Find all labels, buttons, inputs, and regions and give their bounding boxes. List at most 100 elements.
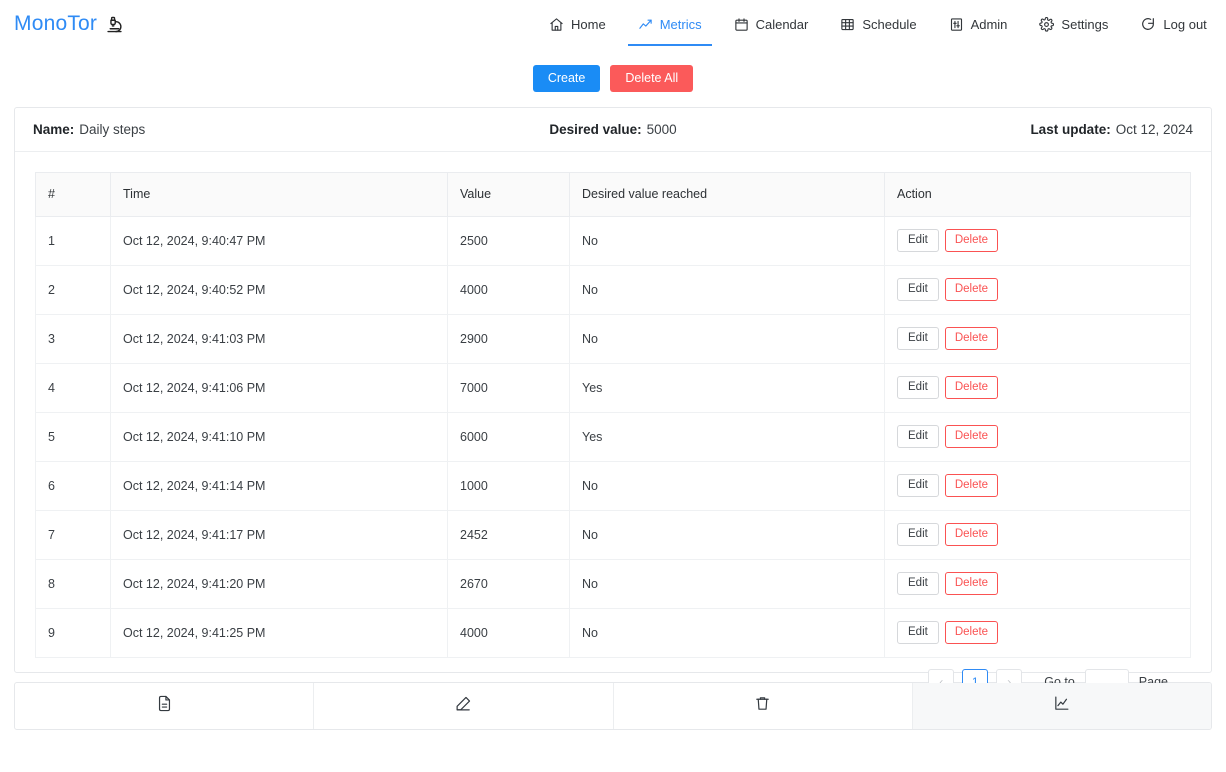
- desired-value-value: 5000: [646, 121, 677, 137]
- row-action-buttons: Edit Delete: [897, 571, 1178, 596]
- nav-label-schedule: Schedule: [862, 16, 917, 32]
- cell-time: Oct 12, 2024, 9:41:06 PM: [110, 362, 448, 413]
- table-row: 9 Oct 12, 2024, 9:41:25 PM 4000 No Edit Delet…: [35, 607, 1191, 658]
- edit-button[interactable]: Edit: [897, 277, 939, 302]
- table-row: 7 Oct 12, 2024, 9:41:17 PM 2452 No Edit Delet…: [35, 509, 1191, 560]
- footer-chart-button[interactable]: [912, 682, 1211, 729]
- row-action-buttons: Edit Delete: [897, 620, 1178, 645]
- nav-item-metrics[interactable]: Metrics: [622, 2, 718, 46]
- cell-reached: No: [569, 558, 885, 609]
- edit-button[interactable]: Edit: [897, 228, 939, 253]
- edit-button[interactable]: Edit: [897, 571, 939, 596]
- footer-delete-button[interactable]: [614, 682, 913, 729]
- delete-button[interactable]: Delete: [944, 375, 999, 400]
- delete-button[interactable]: Delete: [944, 620, 999, 645]
- delete-button[interactable]: Delete: [944, 522, 999, 547]
- pencil-icon: [455, 695, 472, 717]
- cell-value: 4000: [447, 264, 570, 315]
- nav-label-admin: Admin: [970, 16, 1008, 32]
- nav-item-admin[interactable]: Admin: [933, 2, 1024, 46]
- edit-button[interactable]: Edit: [897, 326, 939, 351]
- cell-number: 8: [35, 558, 111, 609]
- table-row: 2 Oct 12, 2024, 9:40:52 PM 4000 No Edit Delet…: [35, 264, 1191, 315]
- cell-action: Edit Delete: [884, 460, 1191, 511]
- microscope-icon: [106, 16, 123, 33]
- row-action-buttons: Edit Delete: [897, 473, 1178, 498]
- cell-number: 4: [35, 362, 111, 413]
- footer-toolbar: [14, 681, 1212, 730]
- brand-logo[interactable]: MonoTor: [14, 12, 123, 36]
- cell-action: Edit Delete: [884, 411, 1191, 462]
- nav-label-home: Home: [571, 16, 606, 32]
- cell-number: 5: [35, 411, 111, 462]
- brand-name: MonoTor: [14, 12, 98, 35]
- nav-label-calendar: Calendar: [755, 16, 809, 32]
- nav-item-settings[interactable]: Settings: [1023, 2, 1124, 46]
- cell-number: 1: [35, 215, 111, 266]
- cell-value: 2500: [447, 215, 570, 266]
- nav-item-schedule[interactable]: Schedule: [824, 2, 932, 46]
- nav-label-metrics: Metrics: [659, 16, 702, 32]
- nav-item-logout[interactable]: Log out: [1124, 2, 1222, 46]
- nav-item-calendar[interactable]: Calendar: [718, 2, 825, 46]
- edit-button[interactable]: Edit: [897, 522, 939, 547]
- row-action-buttons: Edit Delete: [897, 326, 1178, 351]
- metric-desired: Desired value: 5000: [420, 122, 807, 137]
- cell-time: Oct 12, 2024, 9:41:03 PM: [110, 313, 448, 364]
- row-action-buttons: Edit Delete: [897, 522, 1178, 547]
- desired-value-label: Desired value:: [549, 121, 642, 137]
- metric-name-value: Daily steps: [79, 121, 146, 137]
- table-row: 8 Oct 12, 2024, 9:41:20 PM 2670 No Edit Delet…: [35, 558, 1191, 609]
- cell-number: 2: [35, 264, 111, 315]
- delete-all-button[interactable]: Delete All: [610, 65, 694, 92]
- create-button[interactable]: Create: [532, 65, 601, 92]
- top-navbar: MonoTor Home Metrics Calendar Schedule A…: [0, 0, 1226, 48]
- nav-label-settings: Settings: [1061, 16, 1109, 32]
- chart-line-icon: [638, 17, 653, 32]
- cell-value: 4000: [447, 607, 570, 658]
- cell-value: 2670: [447, 558, 570, 609]
- edit-button[interactable]: Edit: [897, 375, 939, 400]
- delete-button[interactable]: Delete: [944, 228, 999, 253]
- logout-icon: [1140, 16, 1156, 32]
- metric-info-bar: Name: Daily steps Desired value: 5000 La…: [15, 108, 1211, 152]
- table-row: 6 Oct 12, 2024, 9:41:14 PM 1000 No Edit Delet…: [35, 460, 1191, 511]
- th-value: Value: [447, 171, 570, 217]
- cell-action: Edit Delete: [884, 313, 1191, 364]
- delete-button[interactable]: Delete: [944, 424, 999, 449]
- table-row: 3 Oct 12, 2024, 9:41:03 PM 2900 No Edit Delet…: [35, 313, 1191, 364]
- table-row: 1 Oct 12, 2024, 9:40:47 PM 2500 No Edit Delet…: [35, 215, 1191, 266]
- cell-reached: No: [569, 460, 885, 511]
- cell-reached: Yes: [569, 362, 885, 413]
- metric-card: Name: Daily steps Desired value: 5000 La…: [14, 106, 1212, 695]
- th-desired-reached: Desired value reached: [569, 171, 885, 217]
- grid-table-icon: [840, 17, 855, 32]
- cell-value: 2452: [447, 509, 570, 560]
- edit-button[interactable]: Edit: [897, 424, 939, 449]
- nav-item-home[interactable]: Home: [533, 2, 622, 46]
- cell-action: Edit Delete: [884, 509, 1191, 560]
- cell-action: Edit Delete: [884, 215, 1191, 266]
- cell-value: 7000: [447, 362, 570, 413]
- delete-button[interactable]: Delete: [944, 571, 999, 596]
- cell-action: Edit Delete: [884, 264, 1191, 315]
- delete-button[interactable]: Delete: [944, 326, 999, 351]
- footer-document-button[interactable]: [15, 682, 315, 729]
- cell-time: Oct 12, 2024, 9:40:52 PM: [110, 264, 448, 315]
- edit-button[interactable]: Edit: [897, 473, 939, 498]
- th-number: #: [35, 171, 111, 217]
- table-body: 1 Oct 12, 2024, 9:40:47 PM 2500 No Edit Delet…: [35, 215, 1191, 658]
- home-icon: [549, 17, 564, 32]
- delete-button[interactable]: Delete: [944, 473, 999, 498]
- delete-button[interactable]: Delete: [944, 277, 999, 302]
- edit-button[interactable]: Edit: [897, 620, 939, 645]
- sliders-icon: [949, 17, 964, 32]
- document-icon: [156, 695, 173, 717]
- footer-edit-button[interactable]: [314, 682, 614, 729]
- last-update-value: Oct 12, 2024: [1115, 121, 1194, 137]
- trash-icon: [754, 695, 771, 717]
- cell-action: Edit Delete: [884, 558, 1191, 609]
- nav-label-logout: Log out: [1163, 16, 1207, 32]
- nav-links: Home Metrics Calendar Schedule Admin Set…: [533, 0, 1223, 48]
- row-action-buttons: Edit Delete: [897, 424, 1178, 449]
